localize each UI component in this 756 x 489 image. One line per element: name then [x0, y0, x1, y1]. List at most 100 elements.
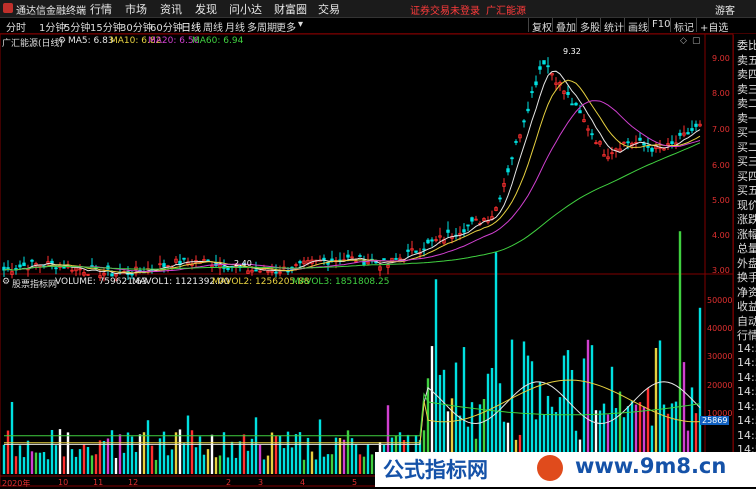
volume-bar [190, 430, 194, 474]
volume-bar [38, 452, 42, 474]
volume-bar [346, 430, 350, 474]
volume-bar [326, 454, 330, 474]
volume-bar [182, 443, 186, 474]
price-tick: 8.00 [712, 89, 730, 98]
volume-bar [258, 444, 262, 474]
volume-bar [306, 437, 310, 474]
volume-bar [138, 434, 142, 474]
date-tick: 12 [128, 478, 139, 487]
volume-bar [166, 455, 170, 474]
volume-bar [494, 252, 498, 474]
candle-body [202, 259, 206, 261]
volume-bar [70, 449, 74, 474]
date-tick: 10 [58, 478, 69, 487]
candle-body [690, 128, 694, 131]
volume-bar [294, 434, 298, 474]
candle-body [422, 248, 426, 251]
date-tick: 5 [352, 478, 358, 487]
watermark-seal-icon [537, 455, 563, 481]
volume-bar [146, 420, 150, 474]
watermark-banner: 公式指标网 www.9m8.cn [375, 452, 756, 487]
volume-bar [202, 454, 206, 474]
volume-bar [218, 455, 222, 474]
tick-time: 14:5 [737, 341, 756, 355]
candle-body [346, 254, 350, 258]
volume-bar [110, 430, 114, 474]
volume-bar [286, 431, 290, 474]
volume-bar [18, 445, 22, 474]
price-tick: 4.00 [712, 231, 730, 240]
volume-bar [206, 449, 210, 474]
volume-bar [322, 456, 326, 474]
candle-body [206, 259, 210, 262]
volume-bar [34, 452, 38, 474]
tick-time: 14:5 [737, 399, 756, 413]
tick-time: 14:5 [737, 385, 756, 398]
candle-body [382, 258, 386, 261]
volume-bar [158, 438, 162, 474]
volume-tick: 20000 [707, 381, 733, 390]
volume-bar [170, 449, 174, 474]
volume-bar [242, 434, 246, 474]
candle-body [578, 110, 582, 114]
watermark-right-text: www.9m8.cn [575, 454, 727, 478]
volume-bar [6, 430, 10, 474]
high-price-label: 9.32 [563, 47, 581, 56]
candle-body [426, 239, 430, 244]
volume-bar [26, 440, 30, 474]
candle-body [534, 81, 538, 86]
volume-bar [302, 459, 306, 474]
candle-body [590, 133, 594, 136]
candle-body [510, 157, 514, 160]
candle-body [646, 146, 650, 148]
candle-body [546, 65, 550, 68]
volume-bar [78, 449, 82, 474]
date-tick: 2020年 [2, 479, 31, 488]
volume-bar [310, 451, 314, 474]
volume-bar [130, 436, 134, 474]
candle-body [650, 147, 654, 152]
date-tick: 2 [226, 478, 232, 487]
kline-chart-canvas[interactable]: 9.32 2.40 [0, 0, 756, 487]
volume-bar [154, 459, 158, 474]
candle-body [522, 120, 526, 123]
candle-body [678, 132, 682, 136]
volume-tick: 50000 [707, 296, 733, 305]
volume-bar [358, 454, 362, 474]
candle-body [498, 197, 502, 200]
candle-body [182, 257, 186, 260]
price-tick: 7.00 [712, 125, 730, 134]
volume-bar [254, 417, 258, 474]
candle-body [430, 239, 434, 242]
volume-bar [362, 456, 366, 474]
candle-body [694, 123, 698, 127]
volume-bar [290, 447, 294, 474]
candle-body [394, 258, 398, 260]
price-tick: 5.00 [712, 196, 730, 205]
volume-bar [234, 457, 238, 474]
volume-bar [226, 457, 230, 474]
ma10-line [3, 79, 701, 274]
volume-bar [114, 457, 118, 474]
volume-bar [314, 459, 318, 474]
quote-side-panel: 委比 卖五 卖四 卖三 卖二 卖一 买一 买二 买三 买四 买五 现价 涨跌 涨幅 总量 外盘 换手 净资 收益 自动… [733, 35, 756, 487]
volume-bar [30, 451, 34, 474]
volume-bar [354, 444, 358, 474]
tick-time: 14:5 [737, 356, 756, 369]
candle-body [686, 132, 690, 135]
candle-body [446, 229, 450, 233]
candle-body [466, 224, 470, 227]
candle-body [642, 142, 646, 146]
volume-bar [698, 307, 702, 474]
volume-bar [74, 456, 78, 474]
candle-body [514, 141, 518, 143]
candle-body [570, 103, 574, 106]
volume-bar [126, 432, 130, 474]
ma5-line [3, 70, 701, 275]
volume-bar [198, 436, 202, 474]
candle-body [626, 141, 630, 144]
candle-body [110, 273, 114, 277]
candle-body [670, 141, 674, 145]
volume-bar [214, 457, 218, 474]
watermark-left-text: 公式指标网 [383, 458, 488, 482]
